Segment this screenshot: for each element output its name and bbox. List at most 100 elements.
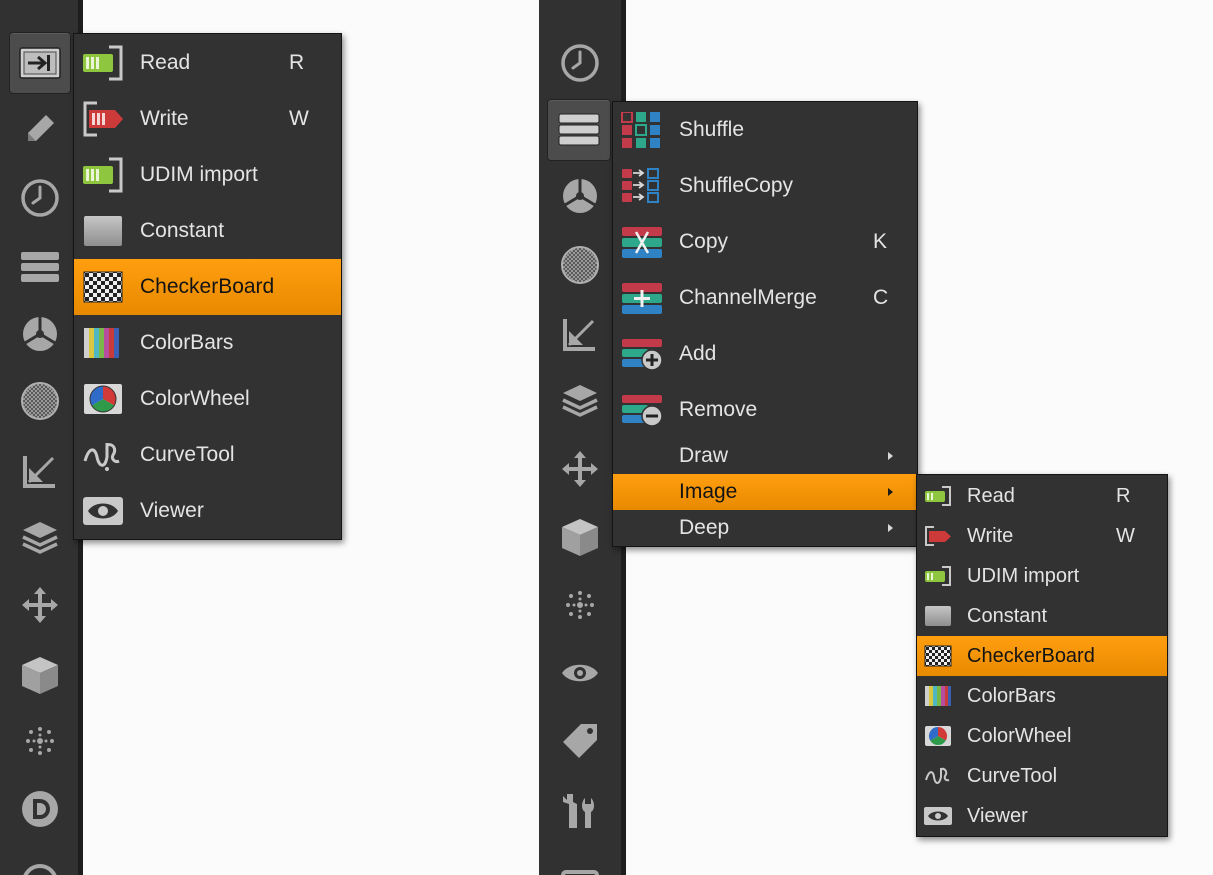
constant-icon — [84, 216, 122, 246]
color-toolbar-button[interactable] — [549, 165, 611, 227]
toolsets-toolbar-button[interactable] — [549, 780, 611, 842]
remove-channel-icon — [622, 395, 663, 427]
menu-item-deep[interactable]: Deep — [613, 510, 917, 546]
channel-toolbar-button[interactable] — [9, 236, 71, 298]
menu-item-label: UDIM import — [967, 564, 1080, 587]
menu-item-shufflecopy[interactable]: ShuffleCopy — [613, 158, 917, 214]
3d-toolbar-button[interactable] — [9, 644, 71, 706]
menu-item-channelmerge[interactable]: ChannelMerge C — [613, 270, 917, 326]
copy-icon — [622, 227, 662, 258]
image-toolbar-button[interactable] — [9, 32, 71, 94]
clock-icon — [21, 179, 59, 217]
other-toolbar-button[interactable] — [549, 846, 611, 875]
move-arrows-icon — [22, 587, 58, 623]
transform-toolbar-button[interactable] — [9, 574, 71, 636]
submenu-arrow-icon — [888, 524, 893, 532]
time-toolbar-button[interactable] — [9, 167, 71, 229]
3d-toolbar-button[interactable] — [549, 506, 611, 568]
clock-icon — [561, 44, 599, 82]
particles-toolbar-button[interactable] — [9, 710, 71, 772]
merge-layers-icon — [22, 522, 58, 554]
color-toolbar-button[interactable] — [9, 303, 71, 365]
views-toolbar-button[interactable] — [549, 642, 611, 704]
color-wheel-tool-icon — [563, 179, 597, 213]
menu-item-colorwheel[interactable]: ColorWheel — [74, 371, 341, 427]
menu-item-colorwheel[interactable]: ColorWheel — [917, 716, 1167, 756]
menu-item-label: Deep — [679, 516, 730, 539]
menu-item-image[interactable]: Image — [613, 474, 917, 510]
menu-item-draw[interactable]: Draw — [613, 438, 917, 474]
menu-item-label: Draw — [679, 444, 729, 467]
filter-sphere-icon — [21, 382, 59, 420]
menu-item-shortcut: R — [289, 51, 305, 74]
keyer-toolbar-button[interactable] — [549, 303, 611, 365]
menu-item-label: Read — [967, 484, 1015, 507]
menu-item-write[interactable]: Write W — [917, 516, 1167, 556]
menu-item-write[interactable]: Write W — [74, 91, 341, 147]
color-wheel-tool-icon — [23, 317, 57, 351]
menu-item-viewer[interactable]: Viewer — [74, 483, 341, 539]
menu-item-label: ShuffleCopy — [679, 174, 794, 197]
pencil-icon — [28, 115, 54, 141]
menu-item-curvetool[interactable]: CurveTool — [917, 756, 1167, 796]
menu-item-udim-import[interactable]: UDIM import — [917, 556, 1167, 596]
menu-item-checkerboard[interactable]: CheckerBoard — [74, 259, 341, 315]
eye-icon — [562, 664, 598, 682]
image-io-icon — [19, 47, 61, 79]
menu-item-label: CurveTool — [140, 443, 235, 466]
menu-item-remove[interactable]: Remove — [613, 382, 917, 438]
menu-item-add[interactable]: Add — [613, 326, 917, 382]
menu-item-viewer[interactable]: Viewer — [917, 796, 1167, 836]
menu-item-curvetool[interactable]: CurveTool — [74, 427, 341, 483]
merge-toolbar-button[interactable] — [9, 507, 71, 569]
colorbars-icon — [84, 328, 119, 358]
menu-item-label: ColorWheel — [967, 724, 1072, 747]
views-toolbar-button[interactable] — [9, 846, 71, 875]
menu-item-colorbars[interactable]: ColorBars — [917, 676, 1167, 716]
cube-icon — [22, 657, 58, 694]
particles-toolbar-button[interactable] — [549, 574, 611, 636]
menu-item-label: ChannelMerge — [679, 286, 817, 309]
filter-sphere-icon — [561, 246, 599, 284]
keyer-icon — [23, 456, 55, 488]
keyer-toolbar-button[interactable] — [9, 440, 71, 502]
menu-item-colorbars[interactable]: ColorBars — [74, 315, 341, 371]
menu-item-label: Constant — [140, 219, 225, 242]
channel-layers-icon — [21, 252, 59, 282]
menu-item-label: Write — [140, 107, 189, 130]
menu-item-shortcut: R — [1116, 484, 1131, 507]
write-icon — [925, 526, 951, 546]
menu-item-shortcut: K — [873, 230, 888, 253]
checkerboard-icon — [924, 645, 952, 667]
deep-d-icon — [22, 791, 58, 827]
menu-item-read[interactable]: Read R — [74, 35, 341, 91]
partial-icon — [561, 870, 599, 875]
channelmerge-icon — [622, 283, 662, 314]
menu-item-read[interactable]: Read R — [917, 476, 1167, 516]
menu-item-copy[interactable]: Copy K — [613, 214, 917, 270]
read-icon — [925, 486, 951, 506]
time-toolbar-button[interactable] — [549, 32, 611, 94]
menu-item-label: ColorBars — [140, 331, 234, 354]
add-channel-icon — [622, 339, 663, 371]
menu-item-constant[interactable]: Constant — [74, 203, 341, 259]
menu-item-shuffle[interactable]: Shuffle — [613, 102, 917, 158]
menu-item-constant[interactable]: Constant — [917, 596, 1167, 636]
colorwheel-icon — [925, 726, 951, 746]
partial-icon — [23, 864, 57, 875]
draw-toolbar-button[interactable] — [9, 98, 71, 160]
merge-toolbar-button[interactable] — [549, 370, 611, 432]
tag-icon — [563, 724, 597, 758]
menu-item-udim-import[interactable]: UDIM import — [74, 147, 341, 203]
channel-toolbar-button[interactable] — [547, 99, 611, 161]
menu-item-checkerboard[interactable]: CheckerBoard — [917, 636, 1167, 676]
keyer-icon — [563, 319, 595, 351]
filter-toolbar-button[interactable] — [549, 234, 611, 296]
filter-toolbar-button[interactable] — [9, 370, 71, 432]
deep-toolbar-button[interactable] — [9, 778, 71, 840]
metadata-toolbar-button[interactable] — [549, 710, 611, 772]
channel-layers-icon — [558, 113, 600, 146]
transform-toolbar-button[interactable] — [549, 438, 611, 500]
menu-item-label: Viewer — [967, 804, 1028, 827]
menu-item-label: CheckerBoard — [967, 644, 1095, 667]
